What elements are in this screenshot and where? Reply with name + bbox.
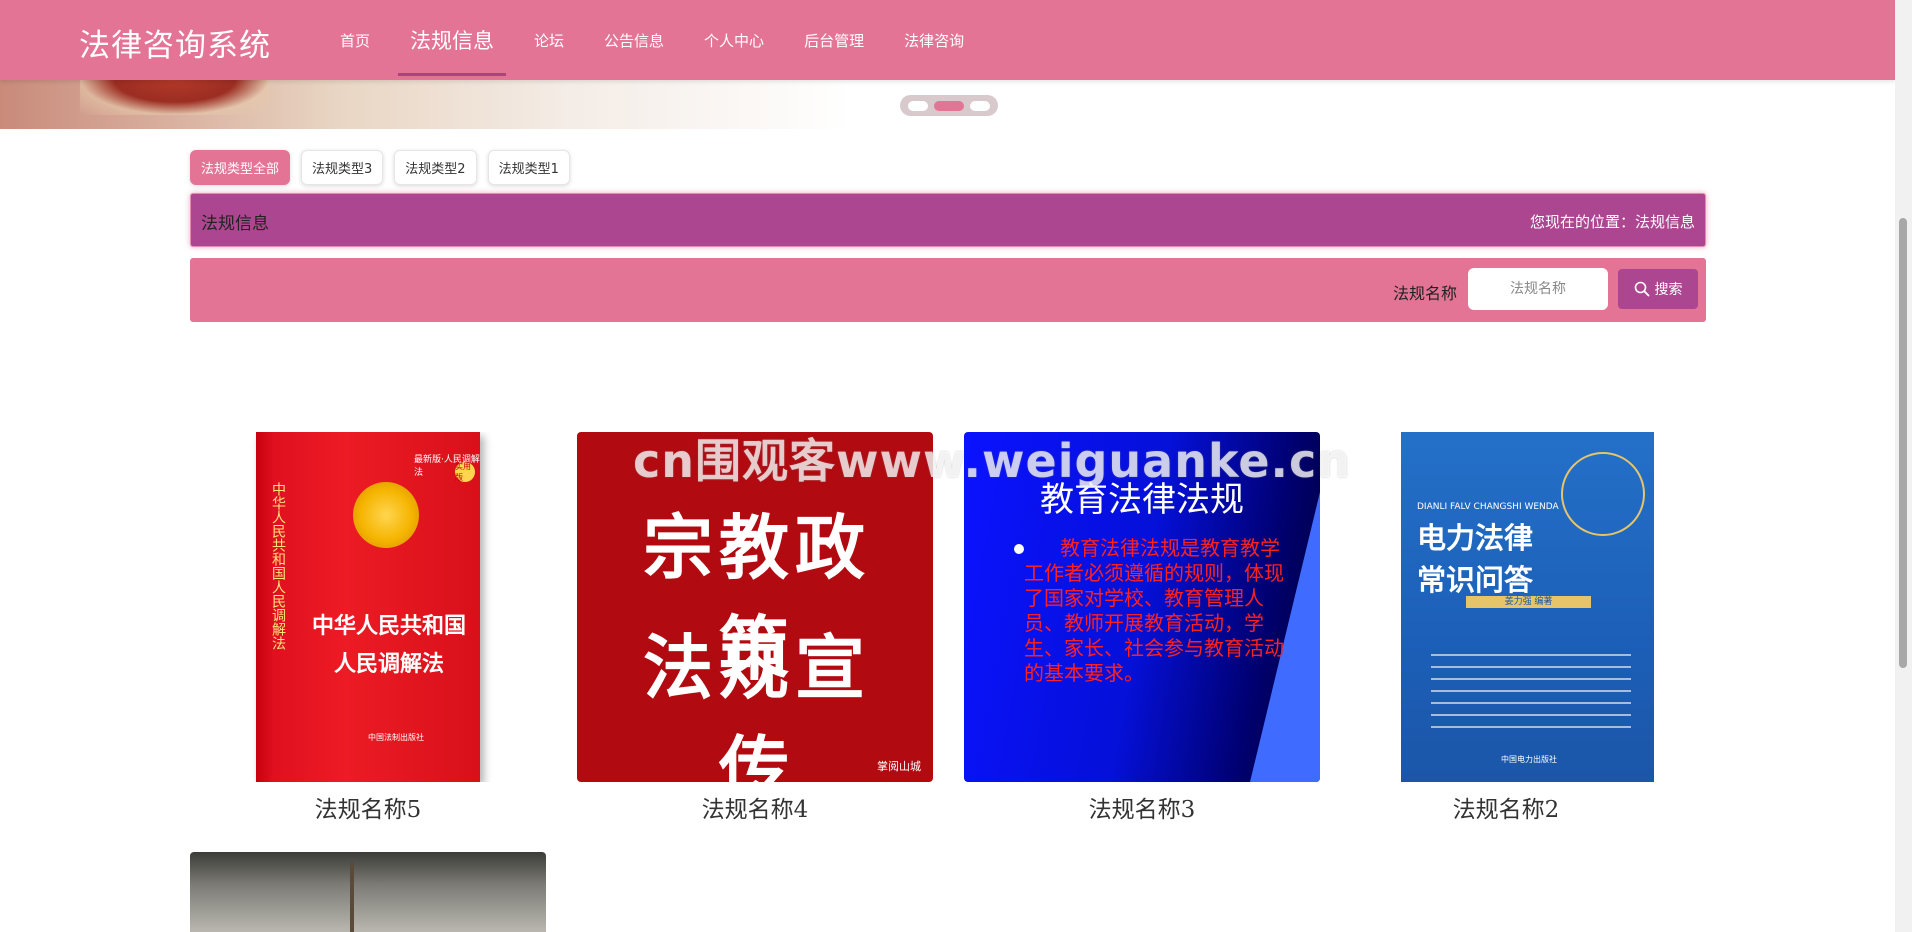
cover-badge: 实用版	[455, 462, 475, 482]
search-button[interactable]: 搜索	[1618, 269, 1698, 309]
card-title[interactable]: 法规名称4	[577, 790, 933, 824]
section-title: 法规信息	[201, 214, 269, 234]
category-filters: 法规类型全部 法规类型3 法规类型2 法规类型1	[190, 150, 570, 185]
card-title[interactable]: 法规名称3	[964, 790, 1320, 824]
cover-title-line: 电力法律	[1417, 521, 1534, 555]
filter-type-1[interactable]: 法规类型1	[487, 150, 570, 185]
search-button-label: 搜索	[1654, 282, 1683, 298]
filter-type-2[interactable]: 法规类型2	[394, 150, 477, 185]
nav-item-forum[interactable]: 论坛	[514, 0, 584, 80]
section-titlebar: 法规信息 您现在的位置：法规信息	[190, 193, 1706, 247]
cover-text-lines	[1431, 654, 1631, 738]
search-label: 法规名称	[1393, 284, 1458, 303]
cover-vertical-title: 中华人民共和国人民调解法	[270, 482, 286, 650]
book-cover: 中华人民共和国人民调解法 最新版·人民调解法 实用版 中华人民共和国 人民调解法…	[256, 432, 480, 782]
justice-scale-icon	[1561, 452, 1645, 536]
carousel-dot-1[interactable]	[908, 100, 928, 111]
main-nav: 首页 法规信息 论坛 公告信息 个人中心 后台管理 法律咨询	[320, 0, 984, 80]
watermark: cn围观客www.weiguanke.cn	[633, 434, 1352, 488]
bullet-icon	[1014, 544, 1024, 554]
site-brand[interactable]: 法律咨询系统	[79, 20, 271, 65]
top-header: 法律咨询系统 首页 法规信息 论坛 公告信息 个人中心 后台管理 法律咨询	[0, 0, 1895, 80]
card-title[interactable]: 法规名称5	[190, 790, 546, 824]
book-cover: DIANLI FALV CHANGSHI WENDA 电力法律 常识问答 姜力强…	[1401, 432, 1654, 782]
filter-type-3[interactable]: 法规类型3	[301, 150, 384, 185]
cover-publisher: 中国法制出版社	[368, 733, 424, 742]
nav-item-home[interactable]: 首页	[320, 0, 390, 80]
card-cover-image[interactable]: DIANLI FALV CHANGSHI WENDA 电力法律 常识问答 姜力强…	[1328, 432, 1684, 782]
cover-pinyin: DIANLI FALV CHANGSHI WENDA	[1417, 502, 1559, 512]
nav-item-admin[interactable]: 后台管理	[784, 0, 884, 80]
card-cover-image[interactable]	[190, 852, 546, 932]
search-bar: 法规名称 搜索	[190, 258, 1706, 322]
card-title[interactable]: 法规名称2	[1328, 790, 1684, 824]
cover-publisher: 中国电力出版社	[1501, 755, 1557, 764]
cover-title-line: 中华人民共和国	[311, 613, 466, 639]
page-scrollbar[interactable]	[1895, 0, 1912, 932]
carousel-dot-3[interactable]	[970, 100, 990, 111]
nav-item-announcements[interactable]: 公告信息	[584, 0, 684, 80]
cover-line-2: 法规宣传	[643, 626, 871, 782]
cover-title-line: 常识问答	[1417, 563, 1534, 597]
cover-title: 中华人民共和国 人民调解法	[304, 607, 474, 683]
justice-scale-icon	[350, 862, 354, 932]
card-cover-image[interactable]: 中华人民共和国人民调解法 最新版·人民调解法 实用版 中华人民共和国 人民调解法…	[190, 432, 546, 782]
breadcrumb: 您现在的位置：法规信息	[1529, 213, 1695, 231]
cover-title: 电力法律 常识问答	[1417, 517, 1533, 601]
cover-author: 姜力强 编著	[1466, 596, 1591, 608]
carousel-dot-2[interactable]	[934, 100, 964, 111]
nav-item-regulations[interactable]: 法规信息	[390, 0, 514, 80]
filter-all[interactable]: 法规类型全部	[190, 150, 291, 185]
nav-item-profile[interactable]: 个人中心	[684, 0, 784, 80]
search-icon	[1634, 281, 1649, 297]
national-emblem-icon	[353, 482, 419, 548]
wechat-source-label: 掌阅山城	[877, 760, 921, 773]
carousel-indicators	[900, 95, 998, 116]
search-input[interactable]	[1468, 268, 1608, 310]
cover-title-line: 人民调解法	[333, 651, 444, 677]
scrollbar-thumb[interactable]	[1899, 218, 1907, 668]
cover-body: 教育法律法规是教育教学工作者必须遵循的规则，体现了国家对学校、教育管理人员、教师…	[1024, 536, 1284, 685]
nav-item-consult[interactable]: 法律咨询	[884, 0, 984, 80]
